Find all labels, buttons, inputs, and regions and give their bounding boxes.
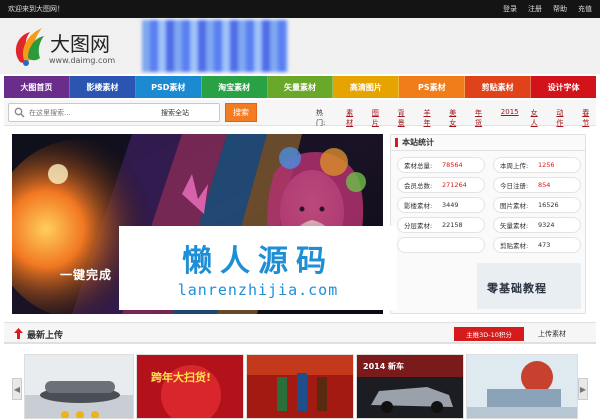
watermark-overlay: 懒人源码 lanrenzhijia.com — [119, 226, 397, 310]
nav-tab-vector[interactable]: 矢量素材 — [267, 76, 334, 98]
nav-tab-ps[interactable]: PS素材 — [399, 76, 466, 98]
hot-keyword[interactable]: 美女 — [449, 108, 463, 128]
blurred-banner — [142, 20, 288, 72]
hot-keyword[interactable]: 动作 — [556, 108, 570, 128]
recharge-link[interactable]: 充值 — [578, 4, 592, 14]
thumbnail-item[interactable]: 跨年大扫货! — [136, 354, 244, 419]
thumbnail-image — [467, 355, 577, 418]
stat-item: 矢量素材: 9324 — [493, 217, 581, 233]
thumbnail-image — [247, 355, 353, 418]
latest-uploads-bar: 最新上传 主推3D-10积分 上传素材 — [4, 322, 596, 344]
hot-keyword[interactable]: 素材 — [346, 108, 360, 128]
stats-header-marker — [395, 138, 398, 147]
hot-keyword[interactable]: 年货 — [475, 108, 489, 128]
hot-keyword[interactable]: 背景 — [398, 108, 412, 128]
stat-item: 素材总量: 78564 — [397, 157, 485, 173]
stat-item: 影楼素材: 3449 — [397, 197, 485, 213]
thumbnail-label: 跨年大扫货! — [151, 371, 212, 384]
thumbnail-item[interactable] — [24, 354, 134, 419]
thumbnail-image — [25, 355, 133, 418]
stats-title: 本站统计 — [402, 138, 434, 147]
nav-tab-clipart[interactable]: 剪贴素材 — [465, 76, 532, 98]
logo-url: www.daimg.com — [49, 56, 116, 65]
search-scope-select[interactable]: 搜索全站 — [161, 108, 189, 118]
thumbnail-item[interactable] — [466, 354, 578, 419]
nav-tab-home[interactable]: 大图首页 — [4, 76, 70, 98]
logo-mark-icon — [15, 28, 44, 66]
site-stats-panel: 本站统计 素材总量: 78564 本周上传: 1256 会员总数: 271264 今日… — [390, 134, 586, 314]
top-bar: 欢迎来到大图网！ 登录 注册 帮助 充值 — [0, 0, 600, 18]
stat-item — [397, 237, 485, 253]
stat-item: 图片素材: 16526 — [493, 197, 581, 213]
hot-keyword[interactable]: 羊年 — [423, 108, 437, 128]
hot-keyword[interactable]: 图片 — [372, 108, 386, 128]
help-link[interactable]: 帮助 — [553, 4, 567, 14]
watermark-url: lanrenzhijia.com — [177, 281, 339, 299]
stat-item: 会员总数: 271264 — [397, 177, 485, 193]
latest-title: 最新上传 — [27, 331, 64, 341]
latest-thumbnails: 跨年大扫货! 2014 新车 — [12, 354, 588, 419]
watermark-title: 懒人源码 — [182, 244, 334, 279]
tab-featured-3d[interactable]: 主推3D-10积分 — [454, 327, 524, 341]
tab-upload[interactable]: 上传素材 — [538, 329, 566, 339]
arrow-up-icon — [14, 328, 23, 339]
hero-caption: 一键完成 — [60, 268, 113, 282]
site-logo[interactable]: 大图网 www.daimg.com — [10, 22, 125, 70]
thumbnail-label: 2014 新车 — [363, 362, 405, 371]
logo-text: 大图网 — [50, 32, 110, 56]
hot-keyword[interactable]: 春节 — [582, 108, 596, 128]
hot-keywords: 热门: 素材 图片 背景 羊年 美女 年货 2015 女人 动作 春节 — [316, 108, 596, 128]
welcome-text: 欢迎来到大图网！ — [8, 5, 64, 13]
promo-text: 零基础教程 — [487, 282, 547, 295]
stat-item: 今日注册: 854 — [493, 177, 581, 193]
thumbnail-item[interactable]: 2014 新车 — [356, 354, 464, 419]
thumbnail-image — [137, 355, 243, 418]
stat-item: 分层素材: 22158 — [397, 217, 485, 233]
search-bar: 搜索全站 搜索 热门: 素材 图片 背景 羊年 美女 年货 2015 女人 动作… — [4, 100, 596, 128]
nav-tab-psd[interactable]: PSD素材 — [135, 76, 202, 98]
search-button[interactable]: 搜索 — [225, 103, 257, 122]
login-link[interactable]: 登录 — [503, 4, 517, 14]
nav-tab-fonts[interactable]: 设计字体 — [531, 76, 597, 98]
search-input[interactable] — [29, 106, 139, 119]
register-link[interactable]: 注册 — [528, 4, 542, 14]
nav-tab-hd-images[interactable]: 高清图片 — [333, 76, 400, 98]
header: 大图网 www.daimg.com — [0, 18, 600, 74]
stat-item: 本周上传: 1256 — [493, 157, 581, 173]
thumbnail-item[interactable] — [246, 354, 354, 419]
hot-label: 热门: — [316, 109, 326, 127]
nav-tab-studio[interactable]: 影楼素材 — [69, 76, 136, 98]
hot-keyword[interactable]: 女人 — [531, 108, 545, 128]
stat-item: 剪贴素材: 473 — [493, 237, 581, 253]
stats-header: 本站统计 — [391, 135, 585, 151]
nav-tab-taobao[interactable]: 淘宝素材 — [201, 76, 268, 98]
tutorial-promo-banner[interactable]: 零基础教程 — [477, 263, 581, 309]
main-nav: 大图首页 影楼素材 PSD素材 淘宝素材 矢量素材 高清图片 PS素材 剪贴素材… — [4, 76, 597, 98]
top-links: 登录 注册 帮助 充值 — [503, 4, 592, 14]
search-box: 搜索全站 — [8, 103, 220, 122]
search-icon — [14, 107, 25, 118]
hot-keyword[interactable]: 2015 — [501, 108, 519, 128]
stats-grid: 素材总量: 78564 本周上传: 1256 会员总数: 271264 今日注册: 85… — [397, 157, 581, 253]
